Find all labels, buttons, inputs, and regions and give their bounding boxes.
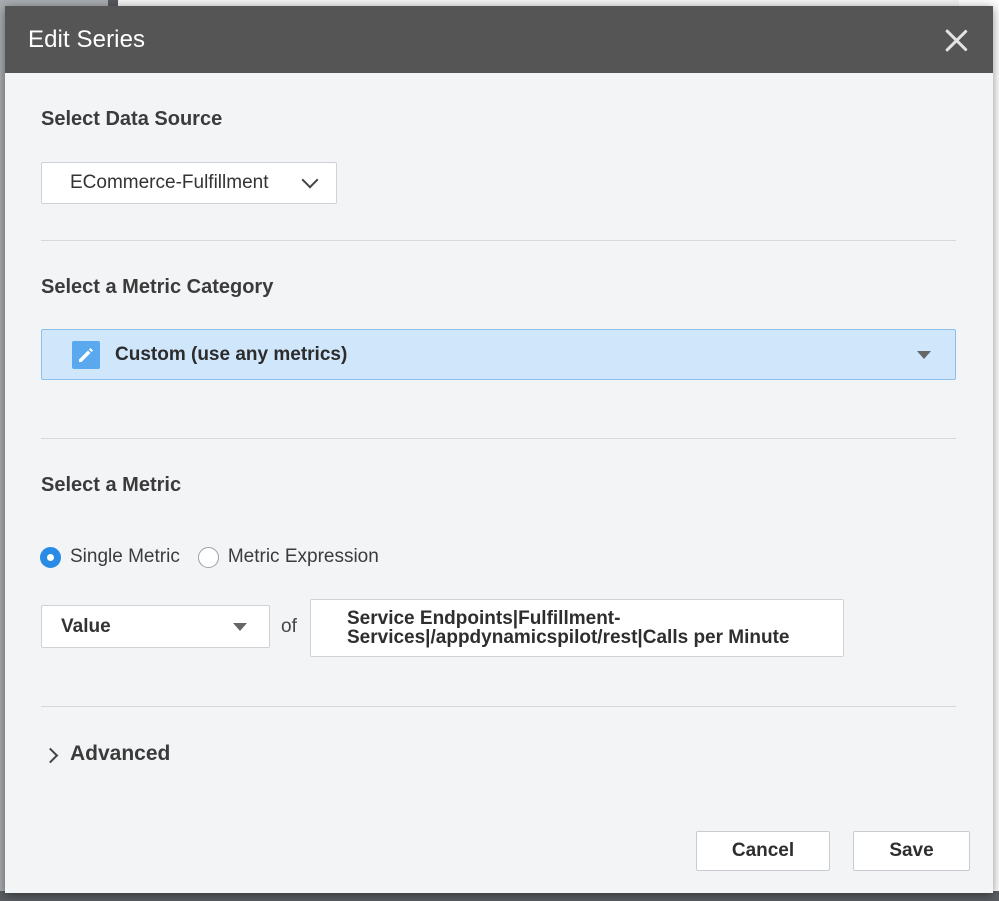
edit-series-dialog: Edit Series Select Data Source ECommerce… (5, 6, 993, 893)
metric-category-value: Custom (use any metrics) (115, 343, 348, 365)
advanced-label: Advanced (70, 742, 171, 765)
of-label: of (281, 616, 297, 637)
data-source-value: ECommerce-Fulfillment (70, 172, 269, 193)
chevron-down-icon (301, 171, 319, 189)
cancel-button[interactable]: Cancel (696, 831, 830, 871)
section-divider (41, 240, 956, 241)
caret-down-icon (233, 623, 247, 631)
pencil-icon (72, 340, 100, 369)
data-source-heading: Select Data Source (41, 108, 223, 130)
caret-down-icon (917, 351, 931, 359)
data-source-select[interactable]: ECommerce-Fulfillment (41, 162, 337, 204)
save-button[interactable]: Save (853, 831, 970, 871)
aggregation-select[interactable]: Value (41, 605, 270, 648)
metric-expression-radio[interactable] (197, 546, 219, 568)
metric-path-line2: Services|/appdynamicspilot/rest|Calls pe… (347, 627, 790, 648)
metric-category-heading: Select a Metric Category (41, 276, 274, 298)
chevron-right-icon (42, 747, 59, 763)
metric-category-select[interactable]: Custom (use any metrics) (41, 329, 956, 380)
dialog-header: Edit Series (5, 6, 993, 73)
single-metric-radio[interactable] (40, 546, 61, 568)
aggregation-value: Value (61, 615, 111, 637)
advanced-toggle[interactable]: Advanced (42, 742, 171, 766)
section-divider (41, 706, 956, 707)
close-icon[interactable] (941, 25, 971, 55)
section-divider (41, 438, 956, 439)
metric-path-line1: Service Endpoints|Fulfillment- (347, 608, 621, 629)
dialog-title: Edit Series (28, 25, 146, 53)
metric-mode-group: Single Metric Metric Expression (40, 546, 397, 568)
single-metric-label[interactable]: Single Metric (70, 546, 180, 568)
metric-path-field[interactable]: Service Endpoints|Fulfillment- Services|… (310, 599, 844, 657)
metric-expression-label[interactable]: Metric Expression (228, 546, 379, 568)
metric-heading: Select a Metric (41, 474, 182, 496)
